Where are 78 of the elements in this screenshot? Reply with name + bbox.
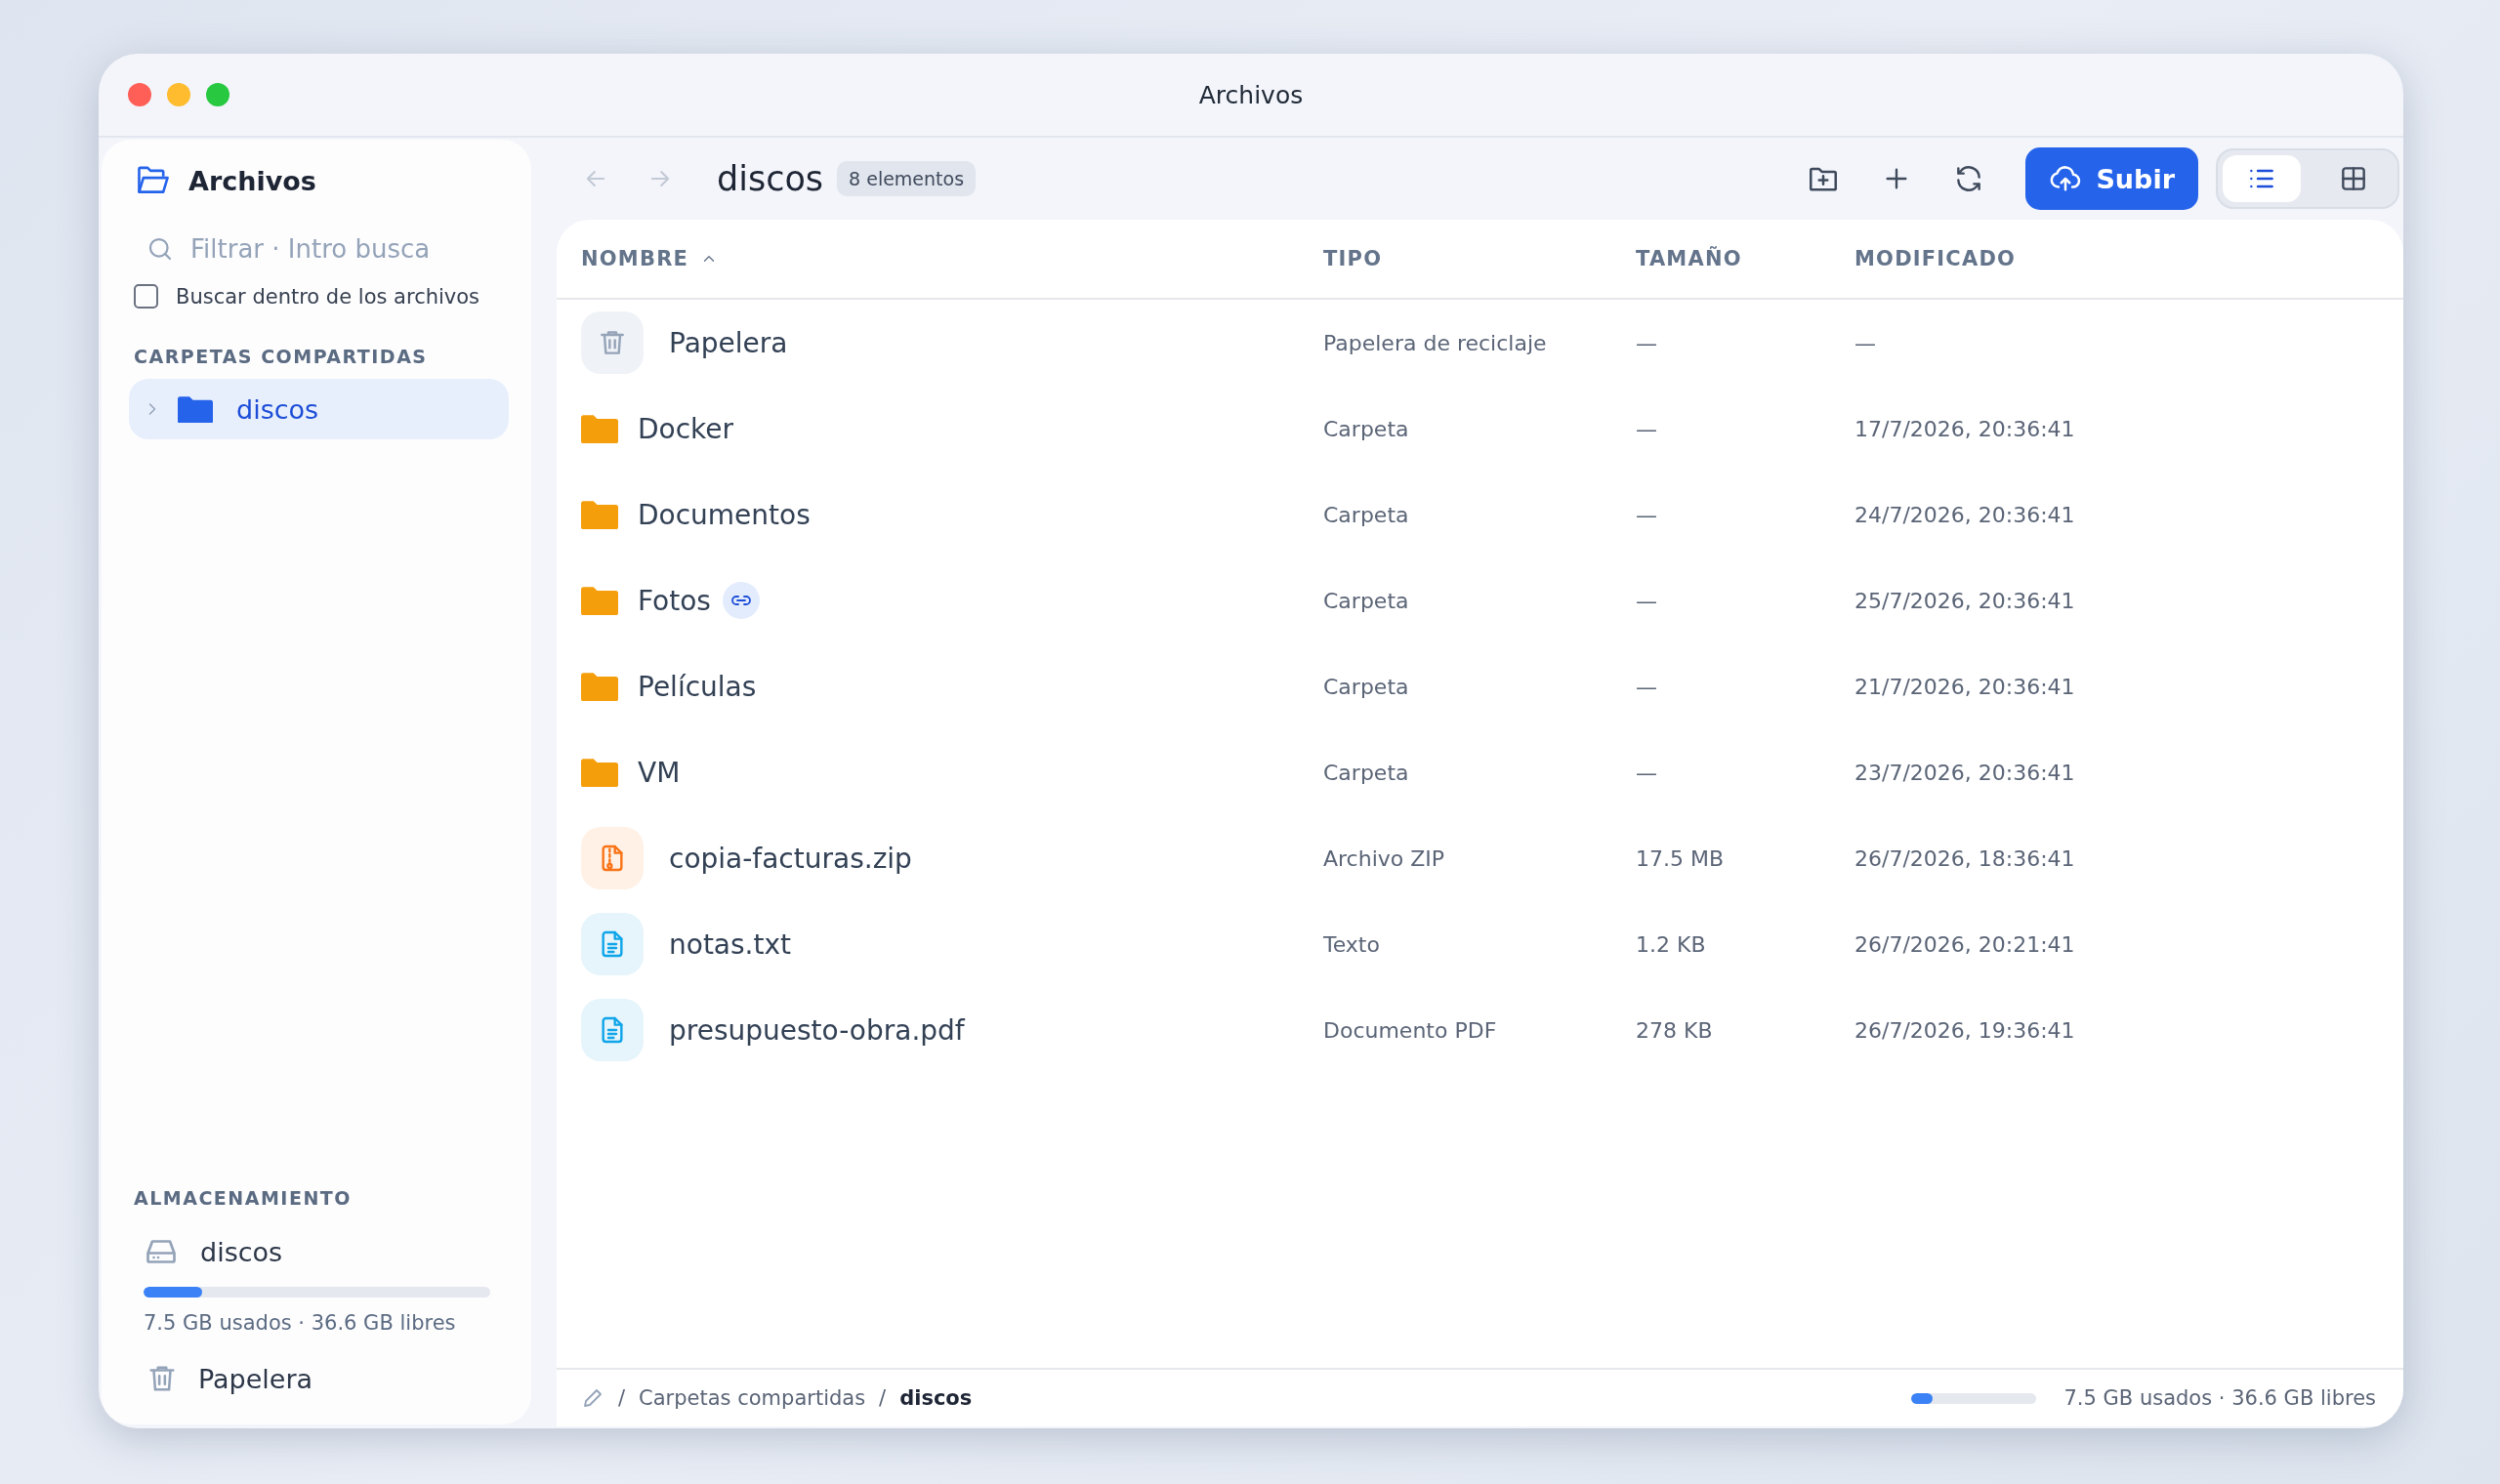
file-row[interactable]: VM Carpeta — 23/7/2026, 20:36:41 xyxy=(557,729,2403,815)
file-name: Documentos xyxy=(638,498,811,531)
modified-date: 26/7/2026, 19:36:41 xyxy=(1854,1017,2075,1043)
file-size: — xyxy=(1636,416,1657,441)
folder-icon xyxy=(581,585,618,616)
pencil-icon xyxy=(581,1386,604,1410)
folder-icon xyxy=(136,165,171,196)
file-row[interactable]: Documentos Carpeta — 24/7/2026, 20:36:41 xyxy=(557,472,2403,557)
folder-icon xyxy=(581,499,618,530)
modified-date: 17/7/2026, 20:36:41 xyxy=(1854,416,2075,441)
file-size: — xyxy=(1636,330,1657,355)
file-name: notas.txt xyxy=(669,928,792,961)
checkbox-label: Buscar dentro de los archivos xyxy=(176,284,480,309)
folder-icon xyxy=(581,757,618,788)
list-view-button[interactable] xyxy=(2223,155,2301,202)
modified-date: 25/7/2026, 20:36:41 xyxy=(1854,588,2075,613)
storage-usage: 7.5 GB usados · 36.6 GB libres xyxy=(144,1311,457,1335)
search-field[interactable]: Filtrar · Intro busca xyxy=(188,233,485,265)
column-header[interactable]: MODIFICADO xyxy=(1854,247,2017,270)
file-type: Archivo ZIP xyxy=(1323,845,1445,871)
file-row[interactable]: Fotos Carpeta — 25/7/2026, 20:36:41 xyxy=(557,557,2403,643)
file-name: copia-facturas.zip xyxy=(669,842,912,875)
trash-item[interactable]: Papelera xyxy=(146,1362,504,1395)
modified-date: — xyxy=(1854,330,1876,355)
sidebar-item[interactable]: discos xyxy=(129,379,509,439)
volume-name: discos xyxy=(200,1236,283,1267)
file-type: Texto xyxy=(1323,931,1380,957)
file-row[interactable]: presupuesto-obra.pdf Documento PDF 278 KB 26/7/2026, 19:36:41 xyxy=(557,987,2403,1073)
file-row[interactable]: copia-facturas.zip Archivo ZIP 17.5 MB 26/7/2026, 18:36:41 xyxy=(557,815,2403,901)
file-row[interactable]: notas.txt Texto 1.2 KB 26/7/2026, 20:21:41 xyxy=(557,901,2403,987)
file-type: Documento PDF xyxy=(1323,1017,1497,1043)
file-row[interactable]: Papelera Papelera de reciclaje — — xyxy=(557,300,2403,386)
file-size: — xyxy=(1636,502,1657,527)
close-button[interactable] xyxy=(128,83,151,106)
folder-icon xyxy=(581,413,618,444)
section-heading: CARPETAS COMPARTIDAS xyxy=(134,346,429,367)
file-name: Películas xyxy=(638,670,757,703)
column-header[interactable]: NOMBRE xyxy=(581,247,719,270)
upload-button[interactable]: Subir xyxy=(2025,147,2198,210)
file-name: presupuesto-obra.pdf xyxy=(669,1013,965,1047)
file-size: — xyxy=(1636,760,1657,785)
file-name: Fotos xyxy=(638,584,711,617)
file-name: Docker xyxy=(638,412,734,445)
breadcrumb[interactable]: discos xyxy=(899,1386,973,1410)
file-type: Carpeta xyxy=(1323,674,1409,699)
storage-usage: 7.5 GB usados · 36.6 GB libres xyxy=(2063,1386,2376,1410)
modified-date: 26/7/2026, 20:21:41 xyxy=(1854,931,2075,957)
folder-icon xyxy=(178,394,213,424)
file-row[interactable]: Películas Carpeta — 21/7/2026, 20:36:41 xyxy=(557,643,2403,729)
breadcrumb-separator: / xyxy=(879,1386,887,1410)
modified-date: 23/7/2026, 20:36:41 xyxy=(1854,760,2075,785)
file-size: 17.5 MB xyxy=(1636,845,1725,871)
breadcrumb[interactable]: Carpetas compartidas xyxy=(639,1386,866,1410)
file-name: Papelera xyxy=(669,326,788,359)
file-size: 1.2 KB xyxy=(1636,931,1706,957)
breadcrumb-separator: / xyxy=(618,1386,626,1410)
file-type: Carpeta xyxy=(1323,416,1409,441)
file-size: 278 KB xyxy=(1636,1017,1713,1043)
file-type: Papelera de reciclaje xyxy=(1323,330,1547,355)
item-count-badge: 8 elementos xyxy=(837,161,977,196)
file-size: — xyxy=(1636,588,1657,613)
file-row[interactable]: Docker Carpeta — 17/7/2026, 20:36:41 xyxy=(557,386,2403,472)
folder-title: discos xyxy=(717,159,824,198)
window-title: Archivos xyxy=(1198,80,1304,109)
app-title: Archivos xyxy=(188,165,316,196)
column-header[interactable]: TIPO xyxy=(1323,247,1383,270)
column-header[interactable]: TAMAÑO xyxy=(1636,247,1742,270)
checkbox[interactable] xyxy=(134,284,158,309)
file-type: Carpeta xyxy=(1323,588,1409,613)
file-type: Carpeta xyxy=(1323,502,1409,527)
file-type: Carpeta xyxy=(1323,760,1409,785)
modified-date: 24/7/2026, 20:36:41 xyxy=(1854,502,2075,527)
modified-date: 21/7/2026, 20:36:41 xyxy=(1854,674,2075,699)
folder-icon xyxy=(581,671,618,702)
file-name: VM xyxy=(638,756,681,789)
section-heading: ALMACENAMIENTO xyxy=(134,1187,353,1209)
file-size: — xyxy=(1636,674,1657,699)
modified-date: 26/7/2026, 18:36:41 xyxy=(1854,845,2075,871)
